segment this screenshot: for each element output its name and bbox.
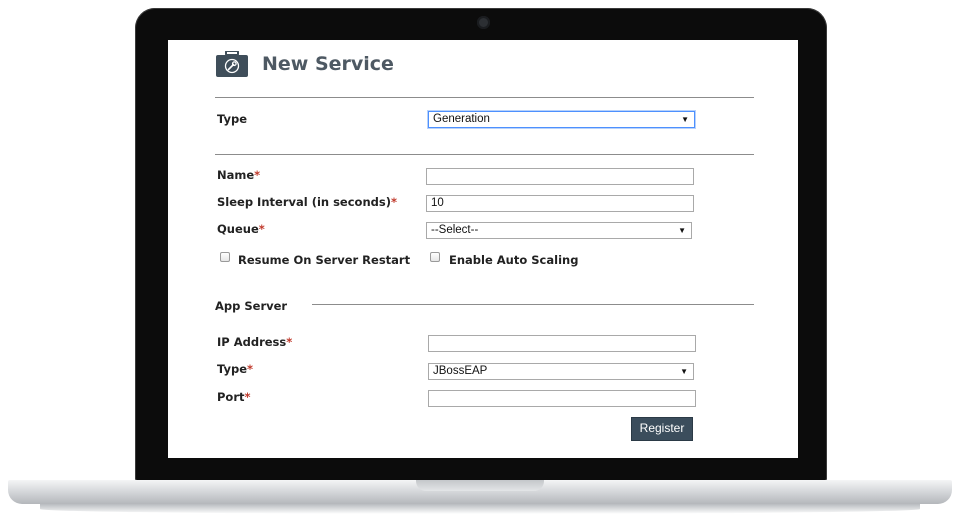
service-type-select[interactable]: Generation ▼: [428, 111, 695, 128]
server-type-label: Type*: [217, 362, 254, 376]
section-divider: [215, 154, 754, 155]
register-button[interactable]: Register: [631, 417, 693, 441]
queue-label: Queue*: [217, 222, 265, 236]
toolbox-wrench-icon: [216, 50, 248, 77]
name-input[interactable]: [426, 168, 694, 185]
ip-address-input[interactable]: [428, 335, 696, 352]
required-asterisk: *: [254, 168, 261, 182]
name-label: Name*: [217, 168, 261, 182]
app-server-heading: App Server: [215, 299, 288, 313]
type-label: Type: [217, 112, 248, 126]
enable-auto-scaling-label: Enable Auto Scaling: [449, 253, 579, 267]
queue-select[interactable]: --Select-- ▼: [426, 222, 692, 239]
laptop-notch: [416, 480, 544, 491]
sleep-interval-label: Sleep Interval (in seconds)*: [217, 195, 397, 209]
port-input[interactable]: [428, 390, 696, 407]
dropdown-arrow-icon: ▼: [680, 367, 688, 376]
required-asterisk: *: [390, 195, 397, 209]
server-type-value: JBossEAP: [433, 365, 488, 377]
dropdown-arrow-icon: ▼: [681, 115, 689, 124]
dropdown-arrow-icon: ▼: [678, 226, 686, 235]
required-asterisk: *: [247, 362, 254, 376]
screen: New Service Type Generation ▼ Name* Slee…: [168, 40, 798, 458]
queue-value: --Select--: [431, 224, 479, 236]
resume-on-restart-checkbox[interactable]: [220, 252, 230, 262]
webcam: [477, 16, 490, 29]
required-asterisk: *: [258, 222, 265, 236]
laptop-shadow: [40, 504, 920, 514]
title-divider: [215, 97, 754, 98]
required-asterisk: *: [244, 390, 251, 404]
port-label: Port*: [217, 390, 251, 404]
service-type-value: Generation: [433, 113, 490, 125]
resume-on-restart-label: Resume On Server Restart: [238, 253, 411, 267]
ip-address-label: IP Address*: [217, 335, 293, 349]
enable-auto-scaling-checkbox[interactable]: [430, 252, 440, 262]
app-server-divider: [312, 304, 754, 305]
required-asterisk: *: [286, 335, 293, 349]
server-type-select[interactable]: JBossEAP ▼: [428, 363, 694, 380]
page-title: New Service: [262, 53, 394, 75]
sleep-interval-input[interactable]: 10: [426, 195, 694, 212]
